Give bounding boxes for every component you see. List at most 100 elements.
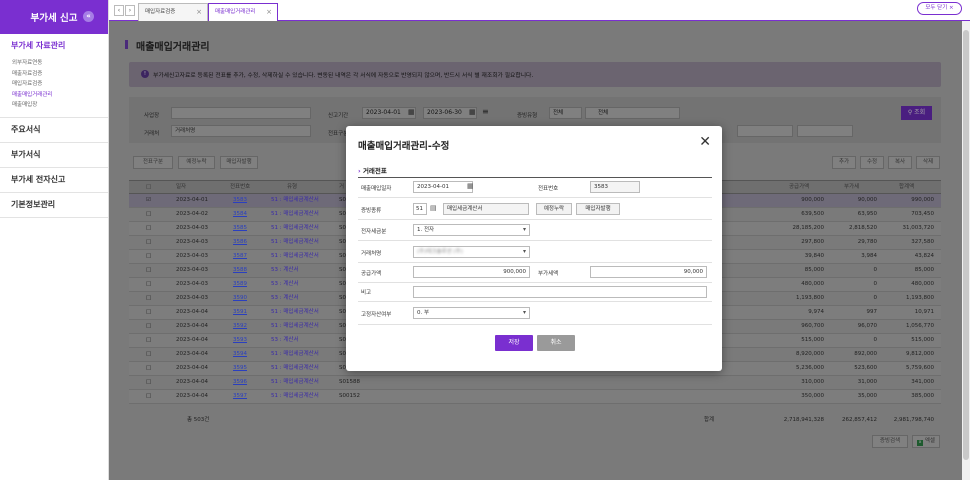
table-row[interactable]: □ 2023-04-04 3596 51 : 매입세금계산서 S01588 310,000… <box>129 376 941 390</box>
row-checkbox[interactable]: □ <box>146 390 151 403</box>
fixed-asset-select[interactable]: 0. 부 <box>413 307 530 319</box>
sidebar-sub-ledger[interactable]: 매출매입장 <box>11 100 97 111</box>
site-select[interactable] <box>171 107 311 119</box>
scrollbar-thumb[interactable] <box>963 30 969 460</box>
etax-select[interactable]: 1. 전자 <box>413 224 530 236</box>
sidebar-item-e-filing[interactable]: 부가세 전자신고 <box>11 168 97 192</box>
copy-button[interactable]: 복사 <box>888 156 912 169</box>
amount-to-input[interactable] <box>797 125 853 137</box>
voucher-search-button[interactable]: 증빙검색 <box>872 435 908 448</box>
row-checkbox[interactable]: □ <box>146 320 151 333</box>
cell-voucher-no[interactable]: 3590 <box>233 292 247 305</box>
row-checkbox[interactable]: □ <box>146 292 151 305</box>
menu-icon[interactable]: ≡ <box>482 107 489 116</box>
delete-button[interactable]: 삭제 <box>916 156 940 169</box>
cell-voucher-no[interactable]: 3595 <box>233 362 247 375</box>
vendor-select[interactable]: 거래처명 <box>171 125 311 137</box>
cell-voucher-no[interactable]: 3592 <box>233 320 247 333</box>
memo-input[interactable] <box>413 286 707 298</box>
cell-supply: 515,000 <box>801 337 824 343</box>
missing-button[interactable]: 예정누락 <box>178 156 215 169</box>
cell-voucher-no[interactable]: 3583 <box>233 194 247 207</box>
row-checkbox[interactable]: □ <box>146 334 151 347</box>
missing-button[interactable]: 예정누락 <box>536 203 572 215</box>
sidebar-item-main-forms[interactable]: 주요서식 <box>11 118 97 142</box>
row-checkbox[interactable]: □ <box>146 348 151 361</box>
select-all-checkbox[interactable]: □ <box>146 181 151 194</box>
cell-code: S0 <box>339 309 346 315</box>
cell-voucher-no[interactable]: 3594 <box>233 348 247 361</box>
label-voucher-no: 전표번호 <box>538 186 559 192</box>
cell-voucher-no[interactable]: 3597 <box>233 390 247 403</box>
sidebar-sub-purchase-verify[interactable]: 매입자료검증 <box>11 79 97 90</box>
self-issue-button[interactable]: 매입자발행 <box>220 156 258 169</box>
vat-input[interactable]: 90,000 <box>590 266 707 278</box>
sidebar-item-basic-info[interactable]: 기본정보관리 <box>11 193 97 217</box>
cell-voucher-no[interactable]: 3588 <box>233 264 247 277</box>
cell-date: 2023-04-03 <box>176 267 208 273</box>
cell-type: 51 : 매입세금계산서 <box>271 309 319 315</box>
search-list-icon[interactable]: ▤ <box>430 204 437 212</box>
search-button-label: 조회 <box>914 109 926 116</box>
voucher-type-select[interactable]: 전표구분 <box>133 156 173 169</box>
cell-voucher-no[interactable]: 3593 <box>233 334 247 347</box>
close-all-tabs-button[interactable]: 모두 닫기 × <box>917 2 962 15</box>
row-checkbox[interactable]: □ <box>146 278 151 291</box>
date-input[interactable]: 2023-04-01 <box>413 181 473 193</box>
amount-from-input[interactable] <box>737 125 793 137</box>
tab-prev-button[interactable]: ‹ <box>114 5 124 16</box>
cell-voucher-no[interactable]: 3584 <box>233 208 247 221</box>
cancel-button[interactable]: 취소 <box>537 335 575 351</box>
row-checkbox[interactable]: □ <box>146 306 151 319</box>
add-button[interactable]: 추가 <box>832 156 856 169</box>
cell-voucher-no[interactable]: 3586 <box>233 236 247 249</box>
edit-button[interactable]: 수정 <box>860 156 884 169</box>
supply-input[interactable]: 900,000 <box>413 266 530 278</box>
row-count: 총 503건 <box>187 417 210 423</box>
close-icon[interactable]: ✕ <box>699 135 711 149</box>
row-checkbox[interactable]: □ <box>146 236 151 249</box>
evidence-tag-input[interactable]: 전체 <box>585 107 680 119</box>
search-button[interactable]: ⚲ 조회 <box>901 106 932 120</box>
self-issue-button[interactable]: 매입자발행 <box>576 203 620 215</box>
tab-next-button[interactable]: › <box>125 5 135 16</box>
cell-voucher-no[interactable]: 3587 <box>233 250 247 263</box>
save-button[interactable]: 저장 <box>495 335 533 351</box>
row-checkbox[interactable]: □ <box>146 208 151 221</box>
row-checkbox[interactable]: □ <box>146 362 151 375</box>
evidence-select[interactable]: 전체 <box>549 107 582 119</box>
row-checkbox[interactable]: □ <box>146 376 151 389</box>
calendar-icon[interactable]: ▦ <box>467 182 474 190</box>
row-checkbox[interactable]: □ <box>146 222 151 235</box>
sidebar-sub-transactions[interactable]: 매출매입거래관리 <box>11 90 97 101</box>
sidebar-item-vat-forms[interactable]: 부가서식 <box>11 143 97 167</box>
collapse-icon[interactable]: « <box>83 11 94 22</box>
cell-voucher-no[interactable]: 3585 <box>233 222 247 235</box>
cell-total: 1,193,800 <box>906 295 934 301</box>
cell-voucher-no[interactable]: 3589 <box>233 278 247 291</box>
tab-purchase-verify[interactable]: 매입자료검증 × <box>138 3 208 21</box>
evidence-code-input[interactable]: 51 <box>413 203 427 215</box>
sidebar-section-data: 부가세 자료관리 외부자료연동 매출자료검증 매입자료검증 매출매입거래관리 매… <box>0 34 108 118</box>
row-checkbox[interactable]: □ <box>146 250 151 263</box>
cell-voucher-no[interactable]: 3596 <box>233 376 247 389</box>
row-checkbox[interactable]: ☑ <box>146 194 151 207</box>
calendar-icon[interactable]: ▦ <box>469 108 476 116</box>
cell-supply: 5,236,000 <box>796 365 824 371</box>
close-icon[interactable]: × <box>196 4 202 20</box>
cell-code: S0 <box>339 365 346 371</box>
row-checkbox[interactable]: □ <box>146 264 151 277</box>
calendar-icon[interactable]: ▦ <box>408 108 415 116</box>
excel-button[interactable]: x 엑셀 <box>912 435 940 448</box>
table-row[interactable]: □ 2023-04-04 3597 51 : 매입세금계산서 S00152 350,000… <box>129 390 941 404</box>
sidebar-sub-sales-verify[interactable]: 매출자료검증 <box>11 69 97 80</box>
cell-code: S0 <box>339 197 346 203</box>
cell-vat: 892,000 <box>854 351 877 357</box>
cell-voucher-no[interactable]: 3591 <box>233 306 247 319</box>
sidebar-item-vat-data[interactable]: 부가세 자료관리 <box>11 34 97 58</box>
vendor-select[interactable]: (주)테크솔루션 (주) <box>413 246 530 258</box>
tab-transactions[interactable]: 매출매입거래관리 × <box>208 3 278 22</box>
sidebar-sub-external[interactable]: 외부자료연동 <box>11 58 97 69</box>
cell-date: 2023-04-03 <box>176 295 208 301</box>
close-icon[interactable]: × <box>266 4 272 20</box>
